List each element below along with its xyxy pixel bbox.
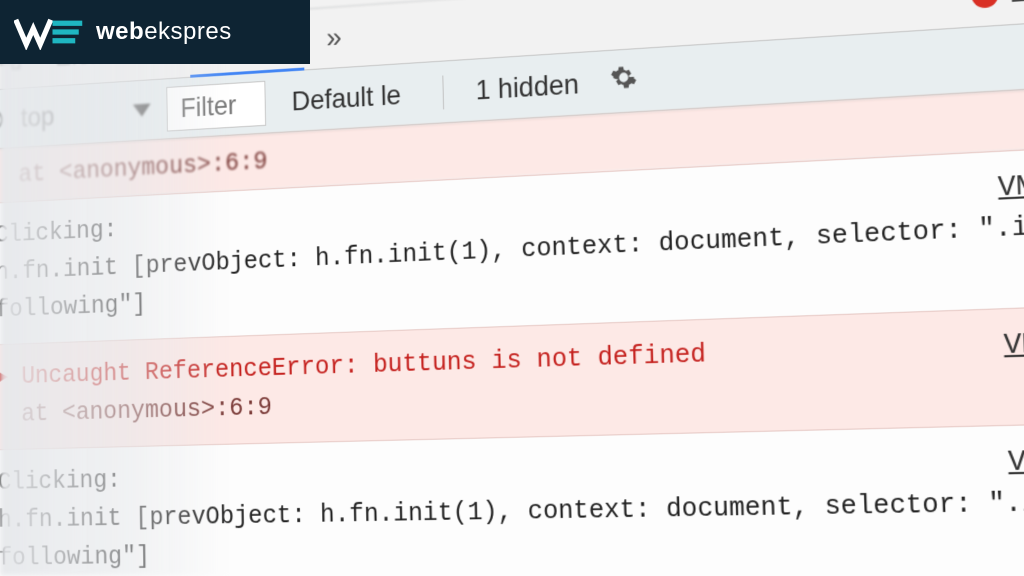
more-tabs-button[interactable]: » xyxy=(319,20,350,55)
log-levels-selector[interactable]: Default le xyxy=(282,72,411,123)
console-messages: at <anonymous>:6:9 VM6020:4 Clicking: h.… xyxy=(0,82,1024,576)
source-link[interactable]: VM6020:6 xyxy=(1003,319,1024,369)
source-link[interactable]: VM6020:4 xyxy=(1007,438,1024,486)
logo-text: webekspres xyxy=(96,18,232,46)
clear-console-icon[interactable]: ⊘ xyxy=(0,103,5,136)
filter-input[interactable] xyxy=(167,80,267,131)
chevron-down-icon xyxy=(133,103,151,117)
overlay-logo: webekspres xyxy=(0,0,310,64)
log-label: Clicking: xyxy=(0,465,121,497)
log-content: h.fn.init [prevObject: h.fn.init(1), con… xyxy=(0,486,1024,572)
separator xyxy=(442,75,444,109)
source-link[interactable]: VM6020:4 xyxy=(997,160,1024,212)
photographed-screen: devex Elements Console » xyxy=(0,0,1024,576)
chevrons-icon: » xyxy=(326,20,342,53)
levels-label: Default le xyxy=(291,79,401,116)
error-count: 101 xyxy=(1008,0,1024,10)
logo-mark-icon xyxy=(14,14,84,50)
context-label: top xyxy=(21,100,55,133)
log-content: h.fn.init [prevObject: h.fn.init(1), con… xyxy=(0,210,1024,325)
log-label: Clicking: xyxy=(0,215,118,250)
error-icon: ✕ xyxy=(971,0,999,8)
settings-gear-icon[interactable] xyxy=(610,62,638,99)
hidden-messages-count[interactable]: 1 hidden xyxy=(475,68,579,106)
error-count-badge[interactable]: ✕ 101 xyxy=(970,0,1024,12)
context-selector[interactable]: top xyxy=(21,94,152,133)
